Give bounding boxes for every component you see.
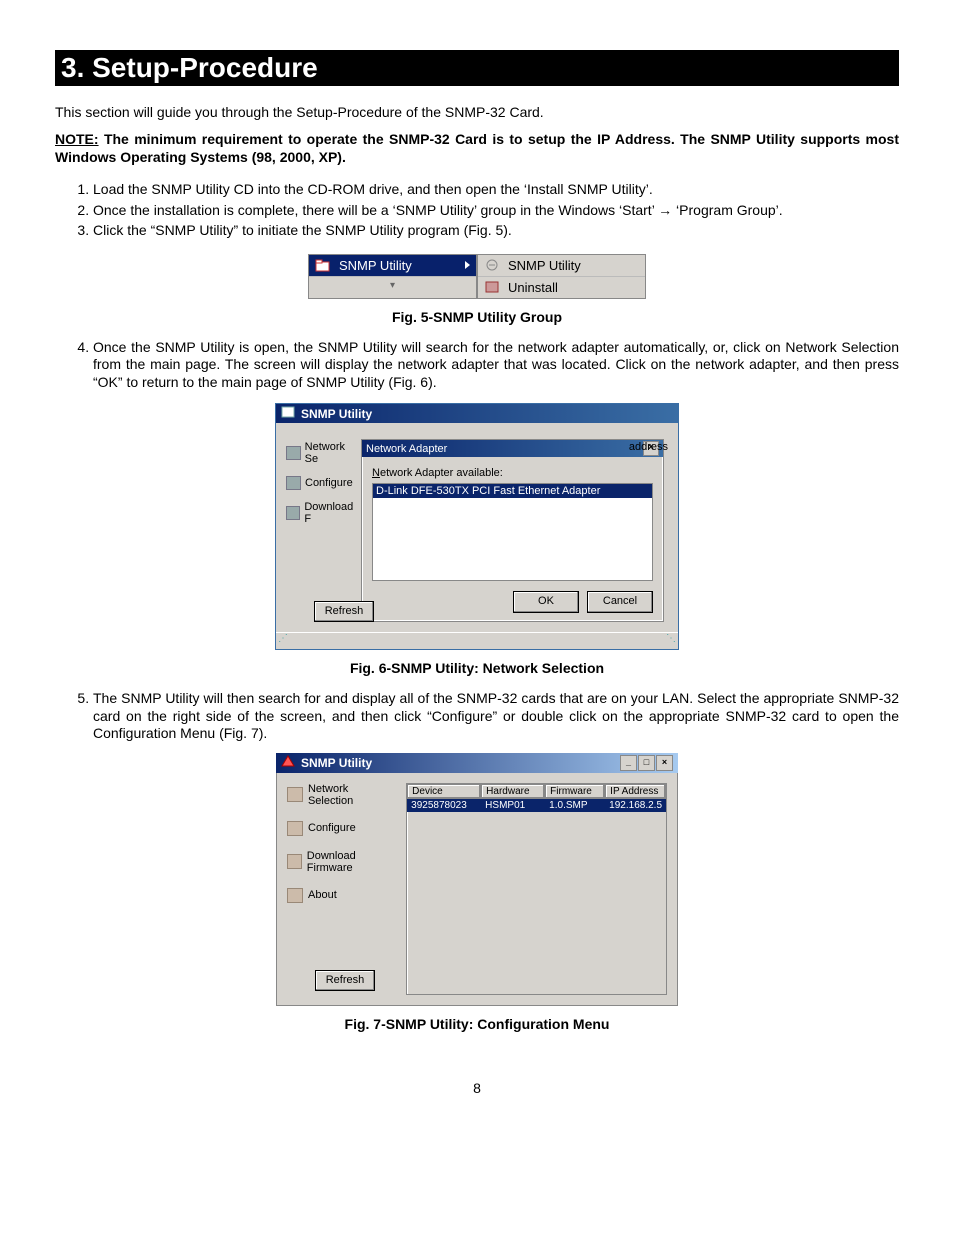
page-number: 8: [55, 1080, 899, 1096]
step-3: Click the “SNMP Utility” to initiate the…: [93, 222, 899, 240]
ok-button[interactable]: OK: [513, 591, 579, 613]
resize-grip-left-icon: ⋰: [278, 633, 288, 644]
app-icon: [484, 258, 500, 272]
adapter-listbox[interactable]: D-Link DFE-530TX PCI Fast Ethernet Adapt…: [372, 483, 653, 581]
fig5-right-label-2: Uninstall: [508, 280, 558, 295]
about-icon: [287, 888, 303, 903]
sidebar-item-network-selection[interactable]: Network Selection: [287, 783, 396, 807]
sidebar-label-download: Download Firmware: [307, 850, 396, 874]
fig6-titlebar: SNMP Utility: [276, 404, 678, 423]
configure-icon: [287, 821, 303, 836]
cancel-button[interactable]: Cancel: [587, 591, 653, 613]
note-label: NOTE:: [55, 131, 99, 147]
fig6-statusbar: ⋰ ⋱: [276, 632, 678, 649]
sidebar-item-configure[interactable]: Configure: [286, 476, 360, 490]
sidebar-item-download[interactable]: Download F: [286, 501, 360, 525]
fig5-right-item-2[interactable]: Uninstall: [478, 276, 645, 298]
fig5: SNMP Utility ▾ SNMP Utility Uninstall: [55, 254, 899, 299]
submenu-arrow-icon: [465, 261, 470, 269]
fig5-right-label-1: SNMP Utility: [508, 258, 581, 273]
sidebar-item-download-firmware[interactable]: Download Firmware: [287, 850, 396, 874]
maximize-button[interactable]: □: [638, 755, 655, 771]
fig7-title-text: SNMP Utility: [301, 756, 372, 770]
adapter-available-label: NNetwork Adapter available:etwork Adapte…: [372, 467, 653, 479]
folder-icon: [315, 258, 331, 272]
adapter-list-item-selected[interactable]: D-Link DFE-530TX PCI Fast Ethernet Adapt…: [373, 484, 652, 498]
sidebar-item-network-selection[interactable]: Network Se: [286, 441, 360, 465]
download-icon: [287, 854, 302, 869]
col-firmware[interactable]: Firmware: [545, 784, 605, 799]
table-header-row: Device Hardware Firmware IP Address: [407, 784, 666, 799]
sidebar-label-configure: Configure: [305, 477, 353, 489]
uninstall-icon: [484, 280, 500, 294]
step-1: Load the SNMP Utility CD into the CD-ROM…: [93, 181, 899, 199]
network-icon: [287, 787, 303, 802]
close-button[interactable]: ×: [656, 755, 673, 771]
app-icon: [281, 755, 295, 770]
configure-icon: [286, 476, 301, 490]
download-icon: [286, 506, 300, 520]
fig6-caption: Fig. 6-SNMP Utility: Network Selection: [55, 660, 899, 676]
dialog-title-text: Network Adapter: [366, 443, 447, 455]
section-heading: 3. Setup-Procedure: [55, 50, 899, 86]
sidebar-item-configure[interactable]: Configure: [287, 821, 396, 836]
resize-grip-right-icon: ⋱: [666, 633, 676, 644]
fig7-sidebar: Network Selection Configure Download Fir…: [287, 783, 396, 995]
note-body: The minimum requirement to operate the S…: [55, 131, 899, 166]
steps-list-3: The SNMP Utility will then search for an…: [93, 690, 899, 743]
sidebar-label-configure: Configure: [308, 822, 356, 834]
col-hardware[interactable]: Hardware: [481, 784, 545, 799]
fig5-snmp-utility-item[interactable]: SNMP Utility: [309, 255, 476, 276]
fig5-right-item-1[interactable]: SNMP Utility: [478, 255, 645, 276]
address-column-label: address: [629, 441, 668, 453]
sidebar-item-about[interactable]: About: [287, 888, 396, 903]
fig7-caption: Fig. 7-SNMP Utility: Configuration Menu: [55, 1016, 899, 1032]
fig6-sidebar: Network Se Configure Download F: [286, 441, 360, 620]
fig5-left-menu: SNMP Utility ▾: [308, 254, 477, 299]
cell-device: 3925878023: [407, 799, 481, 812]
app-icon: [281, 406, 295, 421]
cell-firmware: 1.0.SMP: [545, 799, 605, 812]
step-2: Once the installation is complete, there…: [93, 202, 899, 220]
steps-list-2: Once the SNMP Utility is open, the SNMP …: [93, 339, 899, 392]
network-icon: [286, 446, 301, 460]
refresh-button[interactable]: Refresh: [314, 601, 374, 622]
minimize-button[interactable]: _: [620, 755, 637, 771]
step-5: The SNMP Utility will then search for an…: [93, 690, 899, 743]
fig7-titlebar: SNMP Utility _ □ ×: [276, 753, 678, 773]
refresh-button[interactable]: Refresh: [315, 970, 375, 991]
note-text: NOTE: The minimum requirement to operate…: [55, 130, 899, 168]
col-device[interactable]: Device: [407, 784, 481, 799]
sidebar-label-download: Download F: [304, 501, 360, 525]
sidebar-label-netsel: Network Se: [305, 441, 360, 465]
cell-ip: 192.168.2.5: [605, 799, 666, 812]
intro-text: This section will guide you through the …: [55, 104, 899, 122]
sidebar-label-netsel: Network Selection: [308, 783, 396, 807]
steps-list-1: Load the SNMP Utility CD into the CD-ROM…: [93, 181, 899, 240]
fig5-right-menu: SNMP Utility Uninstall: [477, 254, 646, 299]
chevron-down-icon: ▾: [315, 280, 470, 291]
cell-hardware: HSMP01: [481, 799, 545, 812]
col-ip[interactable]: IP Address: [605, 784, 666, 799]
dialog-titlebar: Network Adapter ×: [362, 440, 663, 457]
device-table[interactable]: Device Hardware Firmware IP Address 3925…: [406, 783, 667, 995]
fig5-left-label: SNMP Utility: [339, 258, 412, 273]
fig5-caption: Fig. 5-SNMP Utility Group: [55, 309, 899, 325]
sidebar-label-about: About: [308, 889, 337, 901]
fig6: SNMP Utility Network Se Configure Downlo…: [275, 403, 679, 650]
network-adapter-dialog: Network Adapter × NNetwork Adapter avail…: [361, 439, 664, 622]
step-4: Once the SNMP Utility is open, the SNMP …: [93, 339, 899, 392]
table-row[interactable]: 3925878023 HSMP01 1.0.SMP 192.168.2.5: [407, 799, 666, 812]
fig7: SNMP Utility _ □ × Network Selection Con…: [276, 753, 678, 1006]
fig5-expand-row[interactable]: ▾: [309, 276, 476, 294]
fig6-title-text: SNMP Utility: [301, 407, 372, 421]
